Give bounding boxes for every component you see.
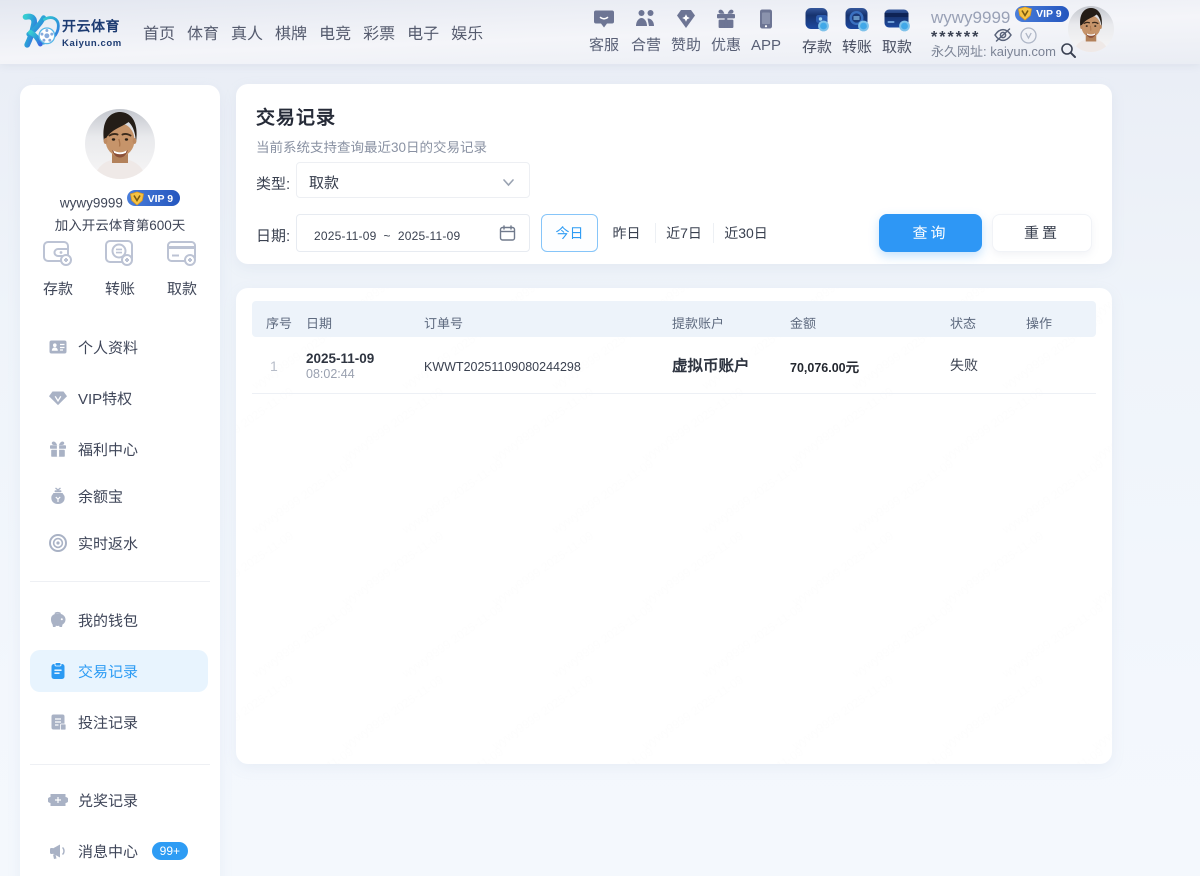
svg-text:wywy9999 2025-11-09: wywy9999 2025-11-09 bbox=[638, 670, 747, 753]
svg-text:wywy9999 2025-11-09: wywy9999 2025-11-09 bbox=[338, 382, 447, 465]
svg-text:wywy9999 2025-11-09: wywy9999 2025-11-09 bbox=[488, 670, 597, 753]
svg-text:wywy9999 2025-11-09: wywy9999 2025-11-09 bbox=[698, 742, 807, 764]
svg-text:wywy9999 2025-11-09: wywy9999 2025-11-09 bbox=[638, 382, 747, 465]
svg-text:开云体育: 开云体育 bbox=[62, 16, 120, 36]
svg-text:wywy9999 2025-11-09: wywy9999 2025-11-09 bbox=[788, 382, 897, 465]
svg-text:wywy9999 2025-11-09: wywy9999 2025-11-09 bbox=[848, 742, 957, 764]
svg-text:wywy9999 2025-11-09: wywy9999 2025-11-09 bbox=[398, 598, 507, 681]
svg-text:wywy9999 2025-11-09: wywy9999 2025-11-09 bbox=[488, 526, 597, 609]
svg-text:wywy9999 2025-11-09: wywy9999 2025-11-09 bbox=[1088, 670, 1112, 753]
svg-text:wywy9999 2025-11-09: wywy9999 2025-11-09 bbox=[236, 670, 297, 753]
svg-text:wywy9999 2025-11-09: wywy9999 2025-11-09 bbox=[698, 454, 807, 537]
svg-text:wywy9999 2025-11-09: wywy9999 2025-11-09 bbox=[698, 598, 807, 681]
svg-text:wywy9999 2025-11-09: wywy9999 2025-11-09 bbox=[248, 454, 357, 537]
svg-text:wywy9999 2025-11-09: wywy9999 2025-11-09 bbox=[236, 382, 297, 465]
svg-text:wywy9999 2025-11-09: wywy9999 2025-11-09 bbox=[938, 382, 1047, 465]
svg-text:wywy9999 2025-11-09: wywy9999 2025-11-09 bbox=[338, 670, 447, 753]
svg-text:wywy9999 2025-11-09: wywy9999 2025-11-09 bbox=[788, 526, 897, 609]
svg-text:wywy9999 2025-11-09: wywy9999 2025-11-09 bbox=[398, 454, 507, 537]
svg-text:wywy9999 2025-11-09: wywy9999 2025-11-09 bbox=[548, 598, 657, 681]
svg-text:wywy9999 2025-11-09: wywy9999 2025-11-09 bbox=[236, 526, 297, 609]
svg-text:wywy9999 2025-11-09: wywy9999 2025-11-09 bbox=[938, 526, 1047, 609]
svg-text:wywy9999 2025-11-09: wywy9999 2025-11-09 bbox=[488, 382, 597, 465]
svg-text:wywy9999 2025-11-09: wywy9999 2025-11-09 bbox=[788, 670, 897, 753]
svg-text:wywy9999 2025-11-09: wywy9999 2025-11-09 bbox=[998, 454, 1107, 537]
svg-text:wywy9999 2025-11-09: wywy9999 2025-11-09 bbox=[548, 454, 657, 537]
svg-text:wywy9999 2025-11-09: wywy9999 2025-11-09 bbox=[398, 742, 507, 764]
svg-text:wywy9999 2025-11-09: wywy9999 2025-11-09 bbox=[848, 454, 957, 537]
svg-text:wywy9999 2025-11-09: wywy9999 2025-11-09 bbox=[248, 742, 357, 764]
svg-text:wywy9999 2025-11-09: wywy9999 2025-11-09 bbox=[998, 742, 1107, 764]
svg-text:wywy9999 2025-11-09: wywy9999 2025-11-09 bbox=[338, 526, 447, 609]
svg-text:wywy9999 2025-11-09: wywy9999 2025-11-09 bbox=[1088, 526, 1112, 609]
svg-text:Kaiyun.com: Kaiyun.com bbox=[62, 38, 122, 49]
svg-text:wywy9999 2025-11-09: wywy9999 2025-11-09 bbox=[638, 526, 747, 609]
svg-text:wywy9999 2025-11-09: wywy9999 2025-11-09 bbox=[938, 670, 1047, 753]
svg-text:wywy9999 2025-11-09: wywy9999 2025-11-09 bbox=[548, 742, 657, 764]
svg-text:wywy9999 2025-11-09: wywy9999 2025-11-09 bbox=[998, 598, 1107, 681]
svg-text:wywy9999 2025-11-09: wywy9999 2025-11-09 bbox=[848, 598, 957, 681]
svg-text:wywy9999 2025-11-09: wywy9999 2025-11-09 bbox=[248, 598, 357, 681]
svg-text:wywy9999 2025-11-09: wywy9999 2025-11-09 bbox=[1088, 382, 1112, 465]
